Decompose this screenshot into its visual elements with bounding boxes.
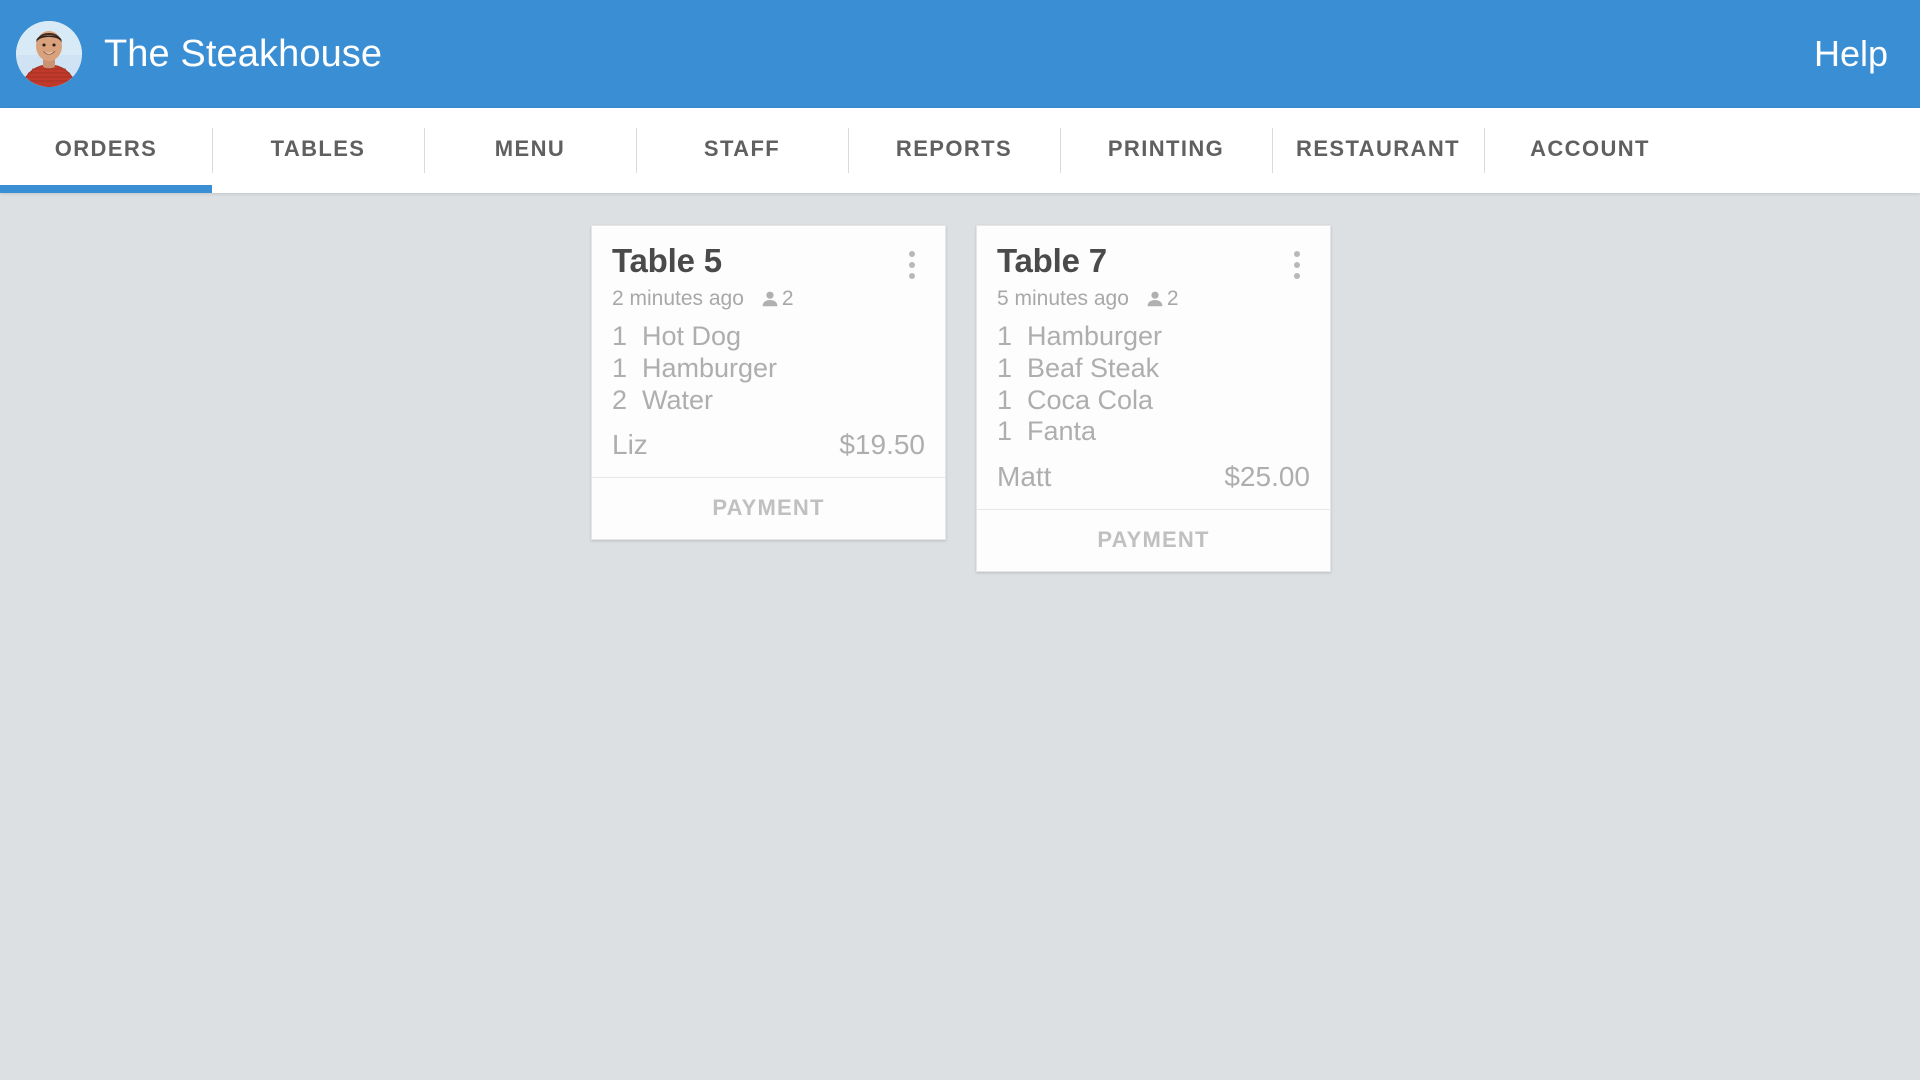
- order-items-list: 1 Hot Dog 1 Hamburger 2 Water: [612, 321, 925, 416]
- order-time-ago: 2 minutes ago: [612, 287, 744, 310]
- nav-item-menu[interactable]: MENU: [424, 108, 636, 193]
- order-item-qty: 1: [612, 352, 628, 383]
- avatar[interactable]: [16, 21, 82, 87]
- server-name: Matt: [997, 460, 1052, 492]
- nav-item-label: TABLES: [270, 135, 366, 161]
- order-total: $19.50: [839, 429, 925, 461]
- nav-item-account[interactable]: ACCOUNT: [1484, 108, 1696, 193]
- order-cards-row: Table 5 2 minutes ago 2 1 Hot Dog 1 Hamb…: [591, 225, 1331, 572]
- order-items-list: 1 Hamburger 1 Beaf Steak 1 Coca Cola 1 F…: [997, 321, 1310, 448]
- person-icon: [760, 289, 780, 309]
- order-card-body: Table 5 2 minutes ago 2 1 Hot Dog 1 Hamb…: [592, 226, 945, 477]
- nav-item-reports[interactable]: REPORTS: [848, 108, 1060, 193]
- order-item-qty: 1: [997, 384, 1013, 415]
- order-item-qty: 1: [612, 321, 628, 352]
- nav-item-label: REPORTS: [895, 135, 1013, 161]
- order-item-name: Fanta: [1027, 416, 1097, 447]
- kebab-menu-icon[interactable]: [899, 248, 925, 282]
- order-item-qty: 1: [997, 416, 1013, 447]
- order-item-qty: 1: [997, 321, 1013, 352]
- nav-item-label: RESTAURANT: [1296, 135, 1460, 161]
- order-item-name: Hot Dog: [642, 321, 742, 352]
- order-card-meta: 2 minutes ago 2: [612, 286, 925, 311]
- order-total: $25.00: [1224, 460, 1310, 492]
- guest-block: 2: [1145, 286, 1179, 311]
- brand-title: The Steakhouse: [104, 33, 383, 75]
- order-item-qty: 2: [612, 384, 628, 415]
- order-summary-row: Liz $19.50: [612, 429, 925, 461]
- brand: The Steakhouse: [16, 21, 382, 87]
- order-item-name: Beaf Steak: [1027, 352, 1160, 383]
- guest-block: 2: [760, 286, 794, 311]
- payment-button[interactable]: PAYMENT: [592, 477, 945, 540]
- order-card-header: Table 7: [997, 242, 1310, 282]
- order-item: 1 Hot Dog: [612, 321, 925, 353]
- order-item: 2 Water: [612, 385, 925, 417]
- order-card-header: Table 5: [612, 242, 925, 282]
- kebab-menu-icon[interactable]: [1284, 248, 1310, 282]
- header-right: Help: [1814, 36, 1888, 72]
- order-card[interactable]: Table 5 2 minutes ago 2 1 Hot Dog 1 Hamb…: [591, 225, 946, 541]
- nav-item-printing[interactable]: PRINTING: [1060, 108, 1272, 193]
- order-card-meta: 5 minutes ago 2: [997, 286, 1310, 311]
- order-item-name: Coca Cola: [1027, 384, 1154, 415]
- order-time-ago: 5 minutes ago: [997, 287, 1129, 310]
- order-item: 1 Fanta: [997, 416, 1310, 448]
- order-item: 1 Coca Cola: [997, 385, 1310, 417]
- order-card-title: Table 7: [997, 242, 1107, 279]
- nav-item-label: PRINTING: [1107, 135, 1225, 161]
- person-icon: [1145, 289, 1165, 309]
- order-item-name: Hamburger: [642, 352, 778, 383]
- order-item: 1 Hamburger: [612, 353, 925, 385]
- nav-item-label: MENU: [494, 135, 566, 161]
- nav-item-tables[interactable]: TABLES: [212, 108, 424, 193]
- order-item-name: Hamburger: [1027, 321, 1163, 352]
- payment-button[interactable]: PAYMENT: [977, 508, 1330, 571]
- nav-item-label: ORDERS: [54, 135, 158, 161]
- order-card-title: Table 5: [612, 242, 722, 279]
- nav-item-orders[interactable]: ORDERS: [0, 108, 212, 193]
- nav-item-restaurant[interactable]: RESTAURANT: [1272, 108, 1484, 193]
- main-nav: ORDERS TABLES MENU STAFF REPORTS PRINTIN…: [0, 108, 1920, 193]
- guest-count: 2: [1166, 287, 1179, 310]
- order-item-qty: 1: [997, 352, 1013, 383]
- guest-count: 2: [781, 287, 794, 310]
- order-item: 1 Hamburger: [997, 321, 1310, 353]
- app-header: The Steakhouse Help: [0, 0, 1920, 108]
- nav-item-staff[interactable]: STAFF: [636, 108, 848, 193]
- order-item-name: Water: [642, 384, 714, 415]
- order-card-body: Table 7 5 minutes ago 2 1 Hamburger 1 Be…: [977, 226, 1330, 509]
- server-name: Liz: [612, 429, 648, 461]
- order-card[interactable]: Table 7 5 minutes ago 2 1 Hamburger 1 Be…: [976, 225, 1331, 572]
- order-item: 1 Beaf Steak: [997, 353, 1310, 385]
- nav-item-label: STAFF: [703, 135, 781, 161]
- orders-board: Table 5 2 minutes ago 2 1 Hot Dog 1 Hamb…: [0, 193, 1920, 1080]
- order-summary-row: Matt $25.00: [997, 460, 1310, 493]
- help-link[interactable]: Help: [1814, 36, 1888, 72]
- nav-item-label: ACCOUNT: [1530, 135, 1650, 161]
